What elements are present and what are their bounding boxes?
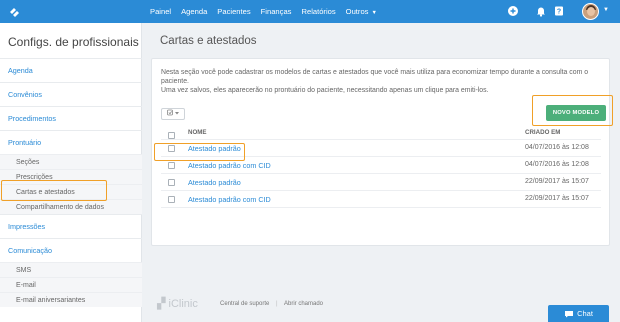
- user-avatar[interactable]: [582, 3, 599, 20]
- main-content: Cartas e atestados Nesta seção você pode…: [142, 23, 620, 322]
- top-navbar: Painel Agenda Pacientes Finanças Relatór…: [0, 0, 620, 23]
- highlight-box: [154, 143, 245, 161]
- chat-label: Chat: [577, 309, 593, 318]
- row-checkbox[interactable]: [168, 162, 175, 169]
- chat-icon: [565, 311, 574, 318]
- template-created-date: 22/09/2017 às 15:07: [525, 178, 589, 185]
- page-title: Cartas e atestados: [160, 35, 257, 47]
- avatar-face: [587, 7, 595, 16]
- template-created-date: 04/07/2016 às 12:08: [525, 161, 589, 168]
- footer-brand: ▞ iClinic: [157, 297, 198, 310]
- sidebar-item-procedimentos[interactable]: Procedimentos: [0, 106, 142, 130]
- footer-brand-name: iClinic: [168, 298, 198, 310]
- chevron-down-icon: ▼: [371, 10, 377, 16]
- select-all-checkbox[interactable]: [168, 132, 175, 139]
- chevron-down-icon[interactable]: ▼: [603, 7, 609, 13]
- settings-sidebar: Configs. de profissionais Agenda Convêni…: [0, 23, 142, 322]
- highlight-box: [1, 180, 107, 201]
- template-name-link[interactable]: Atestado padrão: [188, 178, 241, 187]
- sidebar-item-comunicacao[interactable]: Comunicação: [0, 238, 142, 262]
- sidebar-subitem-compartilhamento[interactable]: Compartilhamento de dados: [0, 199, 142, 214]
- nav-painel[interactable]: Painel: [145, 0, 176, 23]
- nav-pacientes[interactable]: Pacientes: [212, 0, 255, 23]
- nav-relatorios[interactable]: Relatórios: [296, 0, 340, 23]
- sidebar-subitem-email[interactable]: E-mail: [0, 277, 142, 292]
- nav-outros-label: Outros: [345, 7, 369, 16]
- section-description: Nesta seção você pode cadastrar os model…: [161, 68, 601, 95]
- row-checkbox[interactable]: [168, 196, 175, 203]
- bulk-actions-dropdown[interactable]: [161, 108, 185, 120]
- table-row: Atestado padrão 22/09/2017 às 15:07: [161, 174, 601, 191]
- sidebar-item-convenios[interactable]: Convênios: [0, 82, 142, 106]
- sidebar-item-agenda[interactable]: Agenda: [0, 58, 142, 82]
- iclinic-logo-icon: ▞: [157, 298, 169, 310]
- nav-financas[interactable]: Finanças: [256, 0, 297, 23]
- description-line-1: Nesta seção você pode cadastrar os model…: [161, 69, 589, 85]
- main-nav: Painel Agenda Pacientes Finanças Relatór…: [145, 0, 382, 23]
- footer-separator: |: [276, 301, 278, 307]
- sidebar-subitem-sms[interactable]: SMS: [0, 262, 142, 277]
- svg-text:?: ?: [557, 9, 561, 16]
- sidebar-title: Configs. de profissionais: [8, 35, 139, 49]
- row-checkbox[interactable]: [168, 179, 175, 186]
- template-created-date: 22/09/2017 às 15:07: [525, 195, 589, 202]
- column-header-name: NOME: [188, 129, 207, 136]
- table-row: Atestado padrão com CID 22/09/2017 às 15…: [161, 191, 601, 208]
- template-name-link[interactable]: Atestado padrão com CID: [188, 161, 271, 170]
- support-link[interactable]: Central de suporte: [220, 301, 269, 307]
- table-header: NOME CRIADO EM: [161, 127, 601, 140]
- nav-outros[interactable]: Outros ▼: [341, 0, 382, 23]
- bell-icon[interactable]: [535, 5, 547, 17]
- highlight-box: [532, 95, 613, 126]
- sidebar-item-impressoes[interactable]: Impressões: [0, 214, 142, 238]
- template-created-date: 04/07/2016 às 12:08: [525, 144, 589, 151]
- description-line-2: Uma vez salvos, eles aparecerão no pront…: [161, 87, 489, 94]
- help-icon[interactable]: ?: [553, 5, 565, 17]
- open-ticket-link[interactable]: Abrir chamado: [284, 301, 323, 307]
- iclinic-logo-icon[interactable]: [6, 3, 23, 20]
- templates-table: NOME CRIADO EM Atestado padrão 04/07/201…: [161, 127, 601, 208]
- nav-agenda[interactable]: Agenda: [176, 0, 212, 23]
- sidebar-subitem-secoes[interactable]: Seções: [0, 154, 142, 169]
- actions-icon: [166, 110, 179, 116]
- chat-button[interactable]: Chat: [548, 305, 609, 322]
- sidebar-item-prontuario[interactable]: Prontuário: [0, 130, 142, 154]
- column-header-created: CRIADO EM: [525, 129, 561, 136]
- template-name-link[interactable]: Atestado padrão com CID: [188, 195, 271, 204]
- add-circle-icon[interactable]: [507, 5, 519, 17]
- sidebar-subitem-email-aniversariantes[interactable]: E-mail aniversariantes: [0, 292, 142, 307]
